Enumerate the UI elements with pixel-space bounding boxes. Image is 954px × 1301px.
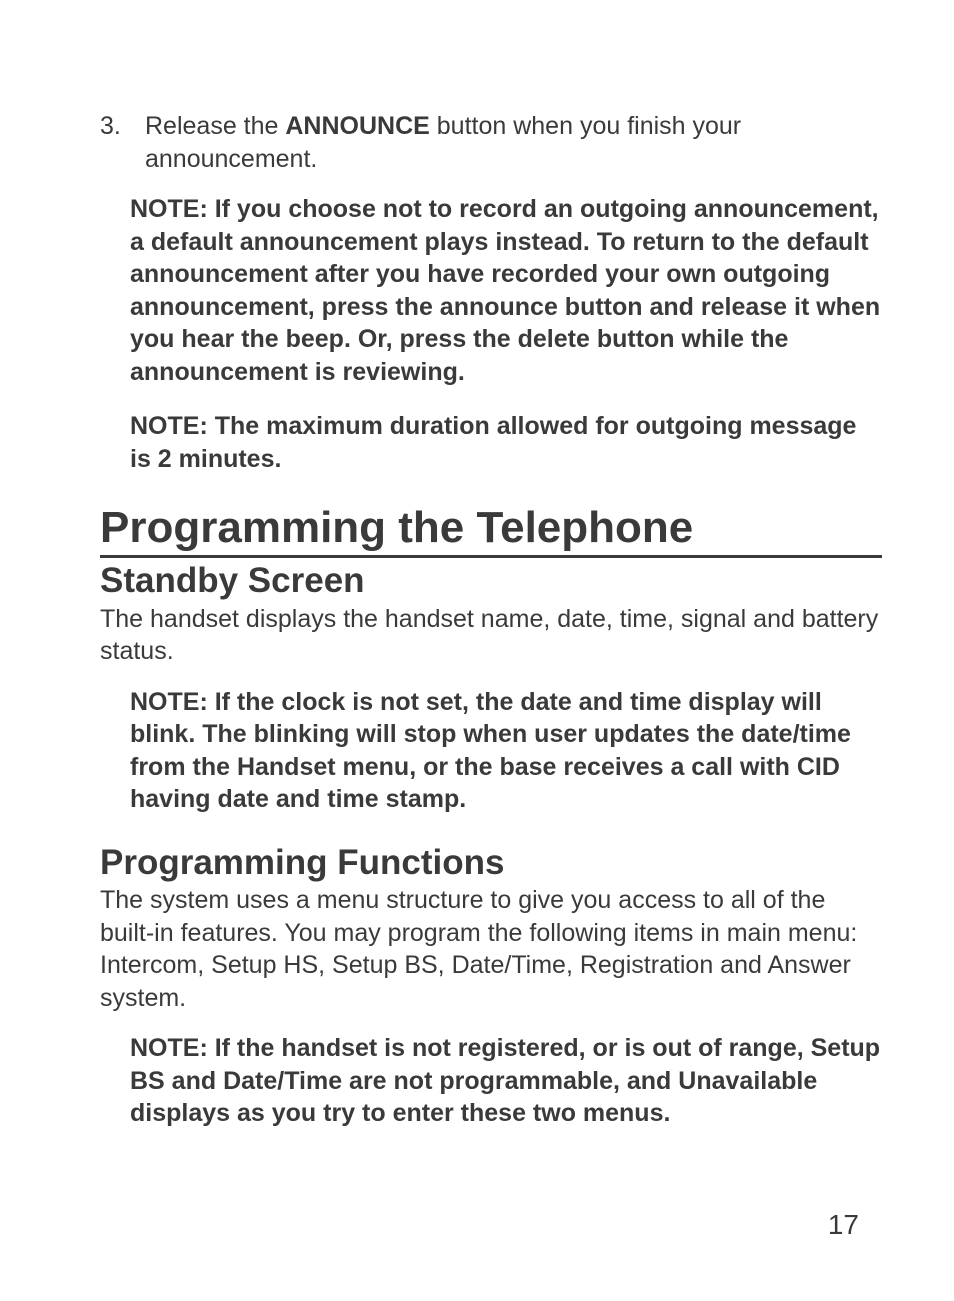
body-programming-functions: The system uses a menu structure to give… [100, 884, 882, 1014]
manual-page: 3. Release the ANNOUNCE button when you … [0, 0, 954, 1301]
body-standby-screen: The handset displays the handset name, d… [100, 603, 882, 668]
step-text-pre: Release the [145, 112, 285, 140]
note-not-registered: NOTE: If the handset is not registered, … [130, 1032, 882, 1130]
announce-label: ANNOUNCE [285, 112, 429, 140]
step-marker: 3. [100, 110, 145, 175]
note-max-duration: NOTE: The maximum duration allowed for o… [130, 410, 882, 475]
heading-programming-functions: Programming Functions [100, 844, 882, 883]
heading-programming-telephone: Programming the Telephone [100, 505, 882, 558]
note-clock-not-set: NOTE: If the clock is not set, the date … [130, 686, 882, 816]
step-3: 3. Release the ANNOUNCE button when you … [100, 110, 882, 175]
note-default-announcement: NOTE: If you choose not to record an out… [130, 193, 882, 388]
heading-standby-screen: Standby Screen [100, 562, 882, 601]
page-number: 17 [828, 1209, 859, 1241]
step-body: Release the ANNOUNCE button when you fin… [145, 110, 882, 175]
